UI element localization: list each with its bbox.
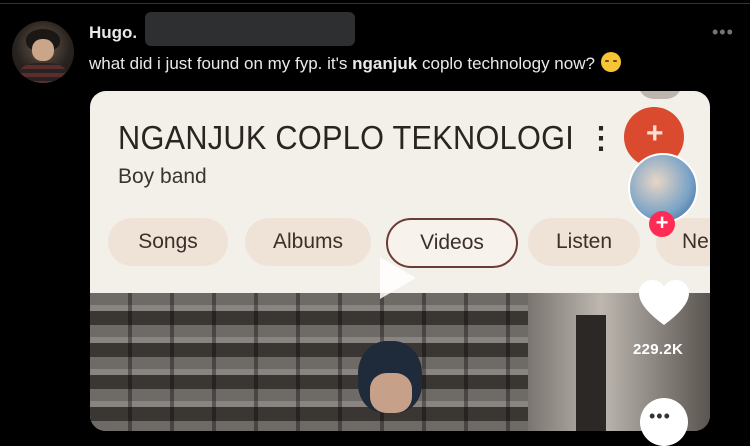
redacted-handle — [145, 12, 355, 46]
tweet-media-video[interactable]: NGANJUK COPLO TEKNOLOGI ⋮ Boy band Songs… — [90, 91, 710, 431]
like-count: 229.2K — [633, 341, 684, 358]
tweet-text-bold: nganjuk — [352, 54, 418, 73]
tweet-text-after: coplo technology now? — [417, 54, 595, 73]
pensive-face-icon — [600, 52, 621, 72]
play-icon[interactable] — [380, 257, 416, 299]
tweet-text-before: what did i just found on my fyp. it's — [89, 54, 353, 73]
author-avatar[interactable] — [12, 21, 74, 83]
chip-songs[interactable]: Songs — [108, 218, 228, 266]
more-horizontal-icon[interactable]: ••• — [712, 22, 734, 43]
tweet-text: what did i just found on my fyp. it's ng… — [89, 52, 621, 74]
chip-listen[interactable]: Listen — [528, 218, 640, 266]
chip-albums[interactable]: Albums — [245, 218, 371, 266]
artist-title: NGANJUK COPLO TEKNOLOGI — [118, 119, 575, 156]
author-name[interactable]: Hugo. — [89, 23, 137, 43]
artist-subtitle: Boy band — [118, 165, 207, 188]
video-frame-image — [90, 293, 710, 431]
kebab-menu-icon[interactable]: ⋮ — [586, 121, 616, 156]
heart-icon[interactable] — [638, 279, 690, 327]
top-divider — [0, 3, 750, 4]
comment-icon[interactable] — [640, 398, 688, 446]
partial-icon — [638, 91, 682, 99]
follow-plus-icon[interactable]: + — [649, 211, 675, 237]
